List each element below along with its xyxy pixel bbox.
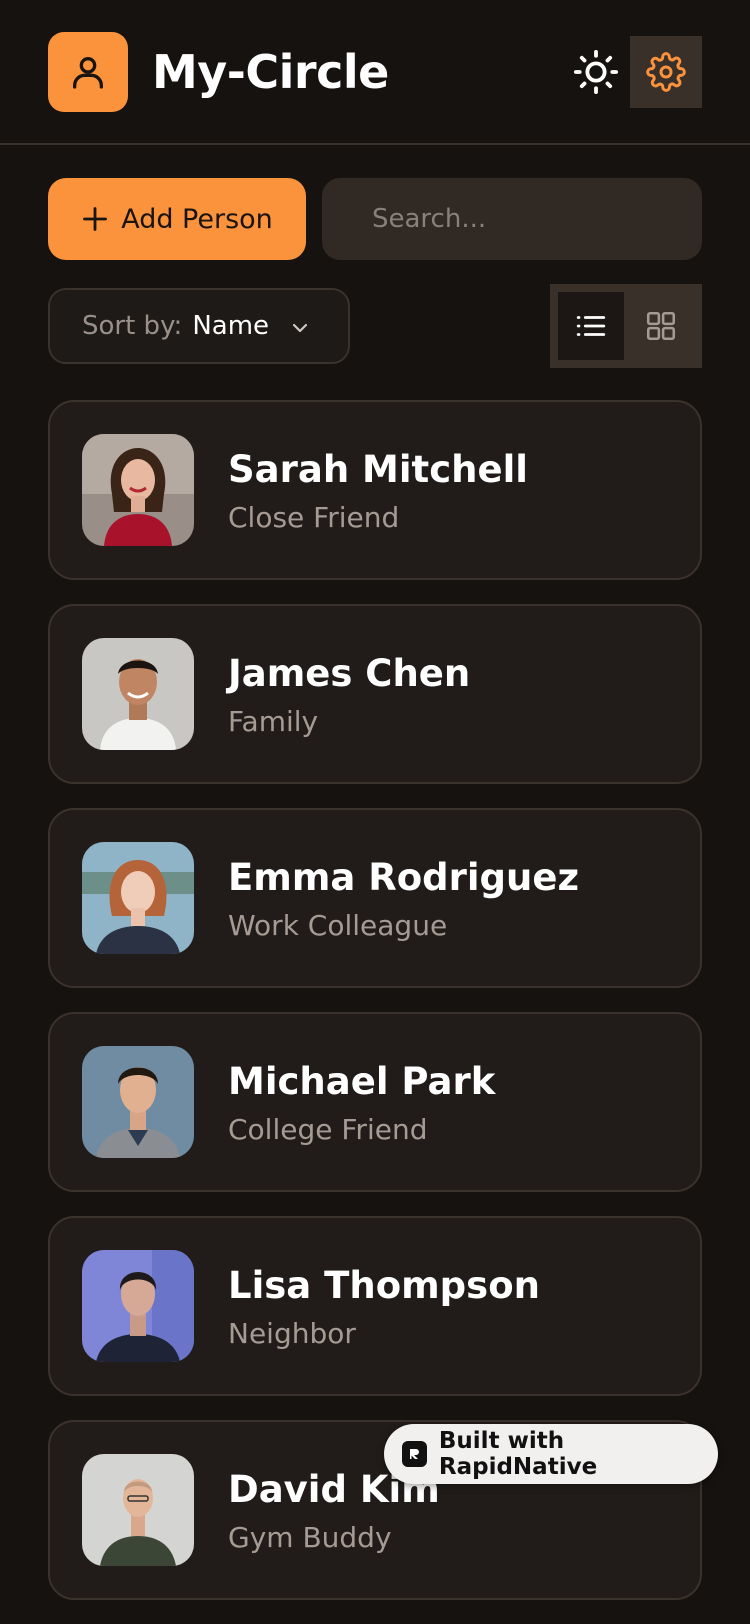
person-card[interactable]: Emma Rodriguez Work Colleague [48, 808, 702, 988]
person-name: Lisa Thompson [228, 1264, 540, 1307]
person-relation: Neighbor [228, 1317, 356, 1350]
user-icon [73, 56, 104, 89]
plus-icon [83, 207, 108, 231]
view-toggle [550, 284, 702, 368]
badge-label: Built with RapidNative [438, 1428, 598, 1480]
sort-dropdown[interactable]: Sort by: Name [48, 288, 350, 364]
built-with-badge[interactable]: Built with RapidNative [384, 1424, 718, 1484]
person-name: Emma Rodriguez [228, 856, 580, 899]
avatar [82, 1046, 194, 1158]
person-card[interactable]: Michael Park College Friend [48, 1012, 702, 1192]
rapidnative-logo-icon [402, 1441, 427, 1467]
avatar [82, 1454, 194, 1566]
person-name: Sarah Mitchell [228, 448, 528, 491]
person-relation: College Friend [228, 1113, 428, 1146]
person-relation: Work Colleague [228, 909, 448, 942]
grid-icon [646, 311, 676, 341]
avatar [82, 638, 194, 750]
sort-value: Name [192, 311, 270, 341]
person-name: Michael Park [228, 1060, 496, 1103]
grid-view-button[interactable] [628, 292, 694, 360]
add-person-label: Add Person [121, 203, 273, 235]
avatar [82, 434, 194, 546]
app-title: My-Circle [152, 45, 389, 99]
chevron-down-icon [292, 323, 308, 333]
gear-icon [646, 52, 686, 92]
person-relation: Family [228, 705, 319, 738]
add-person-button[interactable]: Add Person [48, 178, 306, 260]
person-card[interactable]: Lisa Thompson Neighbor [48, 1216, 702, 1396]
avatar [82, 1250, 194, 1362]
person-name: James Chen [228, 652, 471, 695]
person-card[interactable]: Sarah Mitchell Close Friend [48, 400, 702, 580]
theme-toggle-button[interactable] [560, 36, 632, 108]
avatar [82, 842, 194, 954]
sun-icon [573, 49, 619, 95]
person-card[interactable]: James Chen Family [48, 604, 702, 784]
list-icon [576, 316, 606, 336]
sort-label: Sort by: [82, 311, 183, 341]
settings-button[interactable] [630, 36, 702, 108]
search-input[interactable] [372, 204, 672, 234]
person-relation: Gym Buddy [228, 1521, 392, 1554]
app-header: My-Circle [0, 0, 750, 145]
person-relation: Close Friend [228, 501, 400, 534]
app-logo [48, 32, 128, 112]
search-box[interactable] [322, 178, 702, 260]
list-view-button[interactable] [558, 292, 624, 360]
